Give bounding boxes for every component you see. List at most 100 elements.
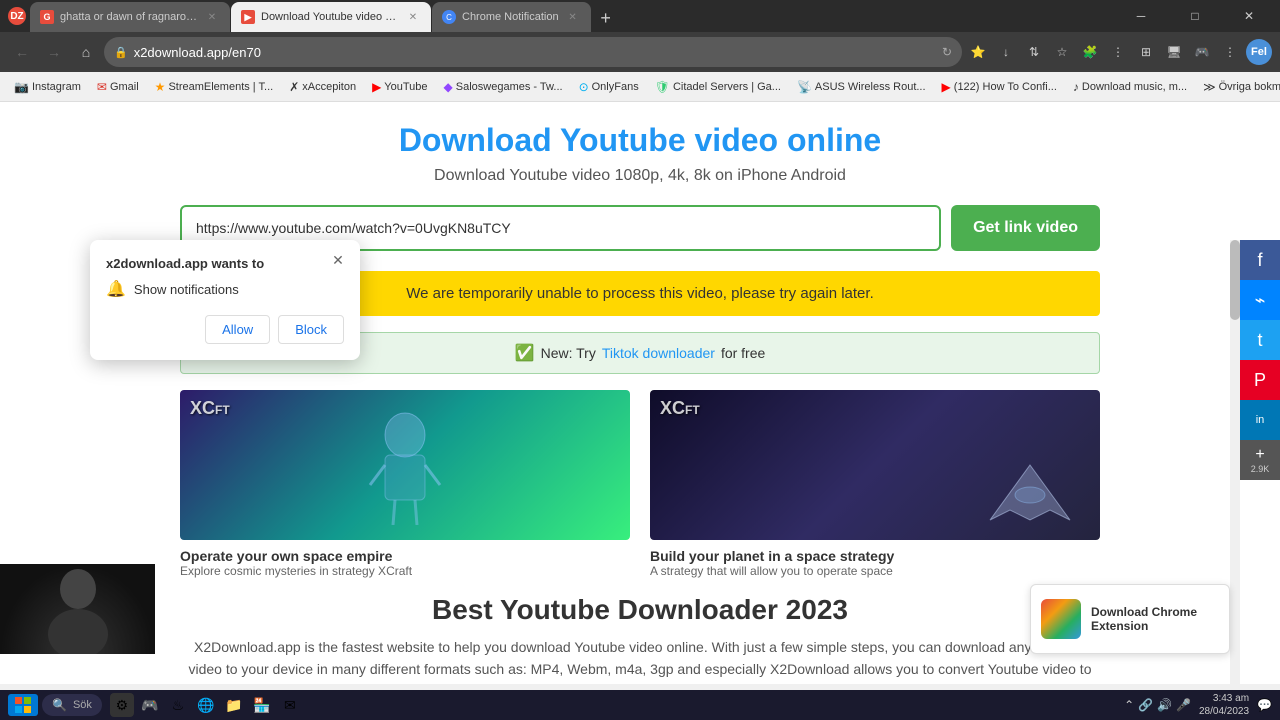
forward-button[interactable]: → — [40, 38, 68, 66]
linkedin-icon: in — [1256, 414, 1265, 426]
plus-icon: + — [1255, 446, 1264, 464]
bookmark-asus[interactable]: 📡 ASUS Wireless Rout... — [791, 78, 932, 96]
social-sidebar: f ⌁ t P in + 2.9K — [1240, 240, 1280, 480]
game-card-left[interactable]: XCFT Operate your own space empire Explo — [180, 390, 630, 578]
notification-bell-icon[interactable]: 💬 — [1257, 698, 1272, 712]
xbox-icon: 🎮 — [141, 697, 158, 714]
notification-close-button[interactable]: ✕ — [328, 250, 348, 270]
home-button[interactable]: ⌂ — [72, 38, 100, 66]
settings-icon[interactable]: ⋮ — [1106, 40, 1130, 64]
taskbar-clock[interactable]: 3:43 am 28/04/2023 — [1199, 692, 1249, 718]
bookmark-saloswegames-label: Saloswegames - Tw... — [456, 81, 563, 93]
more-share-button[interactable]: + 2.9K — [1240, 440, 1280, 480]
downloads-icon[interactable]: ↓ — [994, 40, 1018, 64]
gmail-icon: ✉ — [97, 80, 107, 94]
bookmark-other-label: Övriga bokmärken — [1219, 81, 1280, 93]
taskbar-xbox[interactable]: 🎮 — [138, 693, 162, 717]
title-bar: DZ G ghatta or dawn of ragnarok - S... ✕… — [0, 0, 1280, 32]
bookmark-streamelements[interactable]: ★ StreamElements | T... — [149, 78, 280, 96]
bookmark-dlmusic-label: Download music, m... — [1082, 81, 1187, 93]
bookmark-dlmusic[interactable]: ♪ Download music, m... — [1067, 78, 1193, 96]
bookmark-asus-label: ASUS Wireless Rout... — [815, 81, 926, 93]
bookmark-saloswegames[interactable]: ◆ Saloswegames - Tw... — [438, 78, 569, 96]
maximize-button[interactable]: □ — [1172, 0, 1218, 32]
notification-buttons: Allow Block — [106, 315, 344, 344]
block-button[interactable]: Block — [278, 315, 344, 344]
get-link-button[interactable]: Get link video — [951, 205, 1100, 251]
tiktok-link[interactable]: Tiktok downloader — [602, 345, 715, 361]
messenger-icon: ⌁ — [1255, 290, 1266, 311]
menu-icon[interactable]: ⋮ — [1218, 40, 1242, 64]
taskbar-files[interactable]: 📁 — [222, 693, 246, 717]
address-bar[interactable]: 🔒 x2download.app/en70 ↻ — [104, 37, 962, 67]
bookmark-gmail[interactable]: ✉ Gmail — [91, 78, 145, 96]
taskbar-mail[interactable]: ✉ — [278, 693, 302, 717]
notification-row: 🔔 Show notifications — [106, 279, 344, 299]
grid-icon[interactable]: ⊞ — [1134, 40, 1158, 64]
tab-dayz-favicon: G — [40, 10, 54, 24]
files-icon: 📁 — [225, 697, 242, 714]
messenger-share-button[interactable]: ⌁ — [1240, 280, 1280, 320]
bookmark-122[interactable]: ▶ (122) How To Confi... — [936, 78, 1063, 96]
game-card-right[interactable]: XCFT Build your planet in a space strate… — [650, 390, 1100, 578]
start-button[interactable] — [8, 694, 38, 716]
sync-icon[interactable]: ⇅ — [1022, 40, 1046, 64]
microphone-icon[interactable]: 🎤 — [1176, 698, 1191, 712]
network-icon[interactable]: 🔗 — [1138, 698, 1153, 712]
taskbar-steam[interactable]: ♨ — [166, 693, 190, 717]
minimize-button[interactable]: ─ — [1118, 0, 1164, 32]
close-button[interactable]: ✕ — [1226, 0, 1272, 32]
bookmark-122-label: (122) How To Confi... — [954, 81, 1057, 93]
bookmark-xacception[interactable]: ✗ xAccepiton — [283, 78, 362, 96]
back-button[interactable]: ← — [8, 38, 36, 66]
taskbar-search[interactable]: 🔍 Sök — [42, 694, 102, 716]
lock-icon: 🔒 — [114, 46, 128, 59]
bookmark-youtube[interactable]: ▶ YouTube — [366, 78, 433, 96]
clock-time: 3:43 am — [1199, 692, 1249, 705]
allow-button[interactable]: Allow — [205, 315, 270, 344]
bookmark-instagram[interactable]: 📷 Instagram — [8, 78, 87, 96]
window-controls: ─ □ ✕ — [1118, 0, 1272, 32]
taskbar-store[interactable]: 🏪 — [250, 693, 274, 717]
steam-icon: ♨ — [172, 697, 185, 714]
puzzle-icon[interactable]: 🧩 — [1078, 40, 1102, 64]
facebook-share-button[interactable]: f — [1240, 240, 1280, 280]
tiktok-prefix: New: Try — [541, 345, 596, 361]
tab-x2download[interactable]: ▶ Download Youtube video | Yout... ✕ — [231, 2, 431, 32]
game-ads: XCFT Operate your own space empire Explo — [0, 390, 1280, 578]
chrome-extension-popup[interactable]: Download Chrome Extension — [1030, 584, 1230, 654]
bookmark-other[interactable]: ≫ Övriga bokmärken — [1197, 78, 1280, 96]
tab-x2download-favicon: ▶ — [241, 10, 255, 24]
tab-x2download-close[interactable]: ✕ — [405, 9, 421, 25]
new-tab-button[interactable]: + — [592, 4, 620, 32]
gamepad-icon[interactable]: 🎮 — [1190, 40, 1214, 64]
taskbar-search-text: Sök — [73, 699, 92, 711]
profile-button[interactable]: Fel — [1246, 39, 1272, 65]
taskbar-chrome[interactable]: ⚙ — [110, 693, 134, 717]
yt-122-icon: ▶ — [942, 80, 951, 94]
chrome-extension-label: Download Chrome Extension — [1091, 605, 1219, 633]
star-icon[interactable]: ☆ — [1050, 40, 1074, 64]
game-image-right: XCFT — [650, 390, 1100, 540]
pinterest-share-button[interactable]: P — [1240, 360, 1280, 400]
tab-dayz[interactable]: G ghatta or dawn of ragnarok - S... ✕ — [30, 2, 230, 32]
extensions-button[interactable]: ⭐ — [966, 40, 990, 64]
twitter-share-button[interactable]: t — [1240, 320, 1280, 360]
bookmark-citadel[interactable]: 🛡 Citadel Servers | Ga... — [649, 78, 787, 96]
tab-chrome-notif-close[interactable]: ✕ — [565, 9, 581, 25]
volume-icon[interactable]: 🔊 — [1157, 698, 1172, 712]
linkedin-share-button[interactable]: in — [1240, 400, 1280, 440]
notification-title: x2download.app wants to — [106, 256, 344, 271]
asus-icon: 📡 — [797, 80, 812, 94]
scrollbar[interactable] — [1230, 240, 1240, 684]
scrollbar-thumb[interactable] — [1230, 240, 1240, 320]
mail-icon: ✉ — [284, 697, 296, 714]
tab-chrome-notif[interactable]: C Chrome Notification ✕ — [432, 2, 591, 32]
monitor-icon[interactable]: 🖥 — [1162, 40, 1186, 64]
taskbar-browser[interactable]: 🌐 — [194, 693, 218, 717]
chevron-up-icon[interactable]: ⌃ — [1124, 698, 1134, 712]
game-desc-left: Explore cosmic mysteries in strategy XCr… — [180, 564, 630, 578]
tab-dayz-close[interactable]: ✕ — [204, 9, 220, 25]
refresh-icon[interactable]: ↻ — [942, 45, 952, 59]
bookmark-onlyfans[interactable]: ⊙ OnlyFans — [573, 78, 645, 96]
